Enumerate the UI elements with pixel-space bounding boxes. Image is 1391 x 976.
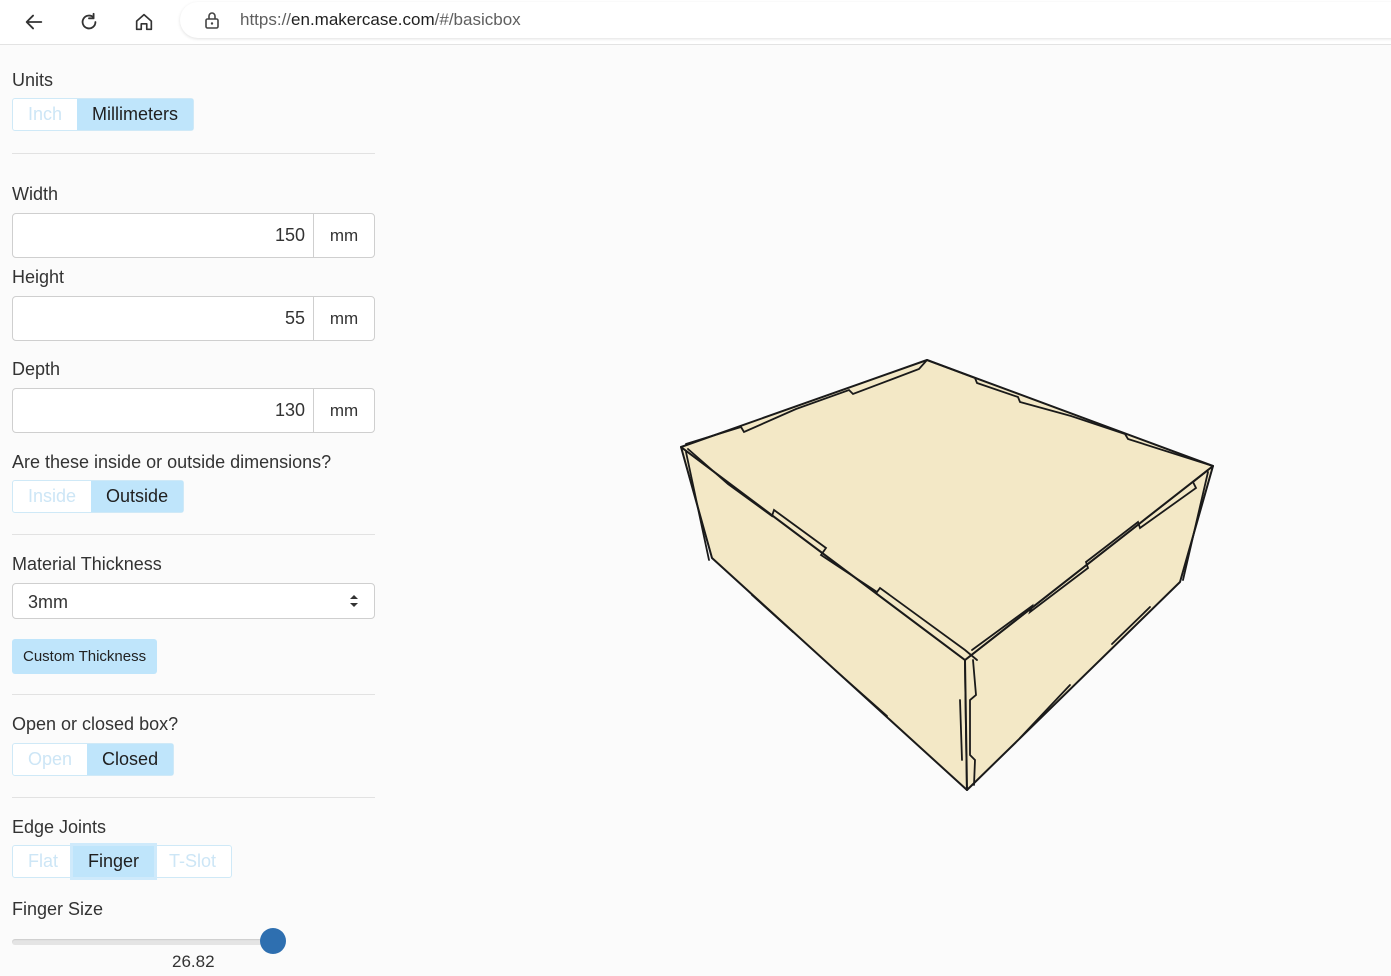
units-mm-button[interactable]: Millimeters bbox=[77, 99, 194, 130]
refresh-icon[interactable] bbox=[71, 4, 107, 40]
width-unit: mm bbox=[313, 214, 374, 257]
depth-field-group: mm bbox=[12, 388, 375, 433]
box-type-toggle: Open Closed bbox=[12, 743, 175, 776]
width-label: Width bbox=[12, 184, 59, 204]
outside-button[interactable]: Outside bbox=[91, 481, 184, 512]
inside-button[interactable]: Inside bbox=[13, 481, 91, 512]
back-icon[interactable] bbox=[16, 4, 52, 40]
finger-size-slider-thumb[interactable] bbox=[259, 928, 286, 954]
depth-unit: mm bbox=[313, 389, 374, 432]
material-thickness-select[interactable]: 3mm bbox=[12, 583, 375, 619]
finger-size-value: 26.82 bbox=[172, 952, 215, 971]
depth-label: Depth bbox=[12, 359, 61, 379]
divider bbox=[12, 694, 375, 695]
edge-joints-toggle: Flat Finger T-Slot bbox=[12, 843, 233, 880]
tslot-button[interactable]: T-Slot bbox=[154, 846, 231, 877]
divider bbox=[12, 534, 375, 535]
width-input[interactable] bbox=[13, 214, 313, 257]
finger-size-slider-track[interactable] bbox=[12, 939, 274, 945]
material-thickness-value: 3mm bbox=[28, 592, 68, 612]
flat-button[interactable]: Flat bbox=[13, 846, 73, 877]
height-field-group: mm bbox=[12, 296, 375, 341]
closed-button[interactable]: Closed bbox=[87, 744, 174, 775]
material-thickness-label: Material Thickness bbox=[12, 554, 162, 574]
edge-joints-label: Edge Joints bbox=[12, 817, 107, 837]
box-3d-preview[interactable] bbox=[600, 330, 1300, 830]
box-type-label: Open or closed box? bbox=[12, 714, 179, 734]
units-label: Units bbox=[12, 70, 54, 90]
depth-input[interactable] bbox=[13, 389, 313, 432]
browser-toolbar: https://en.makercase.com/#/basicbox bbox=[0, 0, 1391, 45]
units-inch-button[interactable]: Inch bbox=[13, 99, 77, 130]
url-text: https://en.makercase.com/#/basicbox bbox=[240, 10, 521, 29]
lock-icon bbox=[205, 12, 219, 29]
finger-size-label: Finger Size bbox=[12, 899, 104, 919]
finger-button[interactable]: Finger bbox=[70, 843, 158, 880]
height-label: Height bbox=[12, 267, 65, 287]
height-input[interactable] bbox=[13, 297, 313, 340]
home-icon[interactable] bbox=[126, 4, 162, 40]
height-unit: mm bbox=[313, 297, 374, 340]
select-arrows-icon bbox=[350, 595, 358, 607]
dimension-type-toggle: Inside Outside bbox=[12, 480, 185, 513]
divider bbox=[12, 153, 375, 154]
divider bbox=[12, 797, 375, 798]
dimension-type-label: Are these inside or outside dimensions? bbox=[12, 452, 332, 472]
custom-thickness-button[interactable]: Custom Thickness bbox=[12, 639, 158, 674]
address-bar[interactable]: https://en.makercase.com/#/basicbox bbox=[180, 2, 1391, 38]
width-field-group: mm bbox=[12, 213, 375, 258]
open-button[interactable]: Open bbox=[13, 744, 87, 775]
units-toggle: Inch Millimeters bbox=[12, 98, 195, 131]
